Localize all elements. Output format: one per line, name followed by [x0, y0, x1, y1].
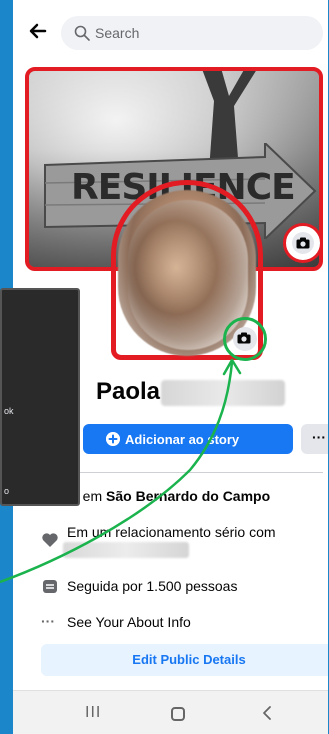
search-placeholder: Search: [95, 25, 140, 41]
more-dots-icon: ···: [41, 613, 55, 629]
home-icon[interactable]: [171, 707, 185, 721]
profile-name: Paola: [96, 378, 161, 405]
nav-back-icon[interactable]: [259, 704, 277, 722]
camera-icon: [237, 332, 251, 344]
profile-surname-blurred: [161, 380, 285, 406]
edit-public-details-button[interactable]: Edit Public Details: [41, 644, 328, 676]
tooltip-line-2: o: [4, 486, 10, 496]
android-nav-bar: III: [13, 690, 328, 734]
recent-apps-icon[interactable]: III: [85, 704, 101, 722]
add-story-label: Adicionar ao story: [125, 432, 240, 447]
relationship-status: Em um relacionamento sério com: [67, 524, 276, 540]
followers-count: Seguida por 1.500 pessoas: [67, 578, 238, 594]
tooltip-line-1: ok: [4, 406, 14, 416]
lives-in-city[interactable]: São Bernardo do Campo: [106, 488, 270, 504]
camera-icon: [296, 237, 310, 249]
back-arrow-icon[interactable]: [27, 20, 49, 42]
add-story-button[interactable]: Adicionar ao story: [83, 424, 293, 454]
heart-icon: [42, 533, 58, 547]
relationship-partner-blurred: [63, 542, 189, 558]
more-options-button[interactable]: ···: [301, 424, 328, 454]
cover-camera-button[interactable]: [283, 223, 323, 263]
search-icon: [74, 25, 90, 41]
search-input[interactable]: Search: [61, 16, 323, 50]
lives-in-row: a em São Bernardo do Campo: [71, 488, 270, 504]
followers-icon: [43, 580, 57, 593]
profile-picture-camera-button[interactable]: [223, 317, 267, 361]
about-info-link[interactable]: See Your About Info: [67, 614, 191, 630]
tooltip-panel: ok o: [0, 288, 80, 506]
top-bar: Search: [13, 0, 328, 60]
plus-icon: [106, 432, 120, 446]
